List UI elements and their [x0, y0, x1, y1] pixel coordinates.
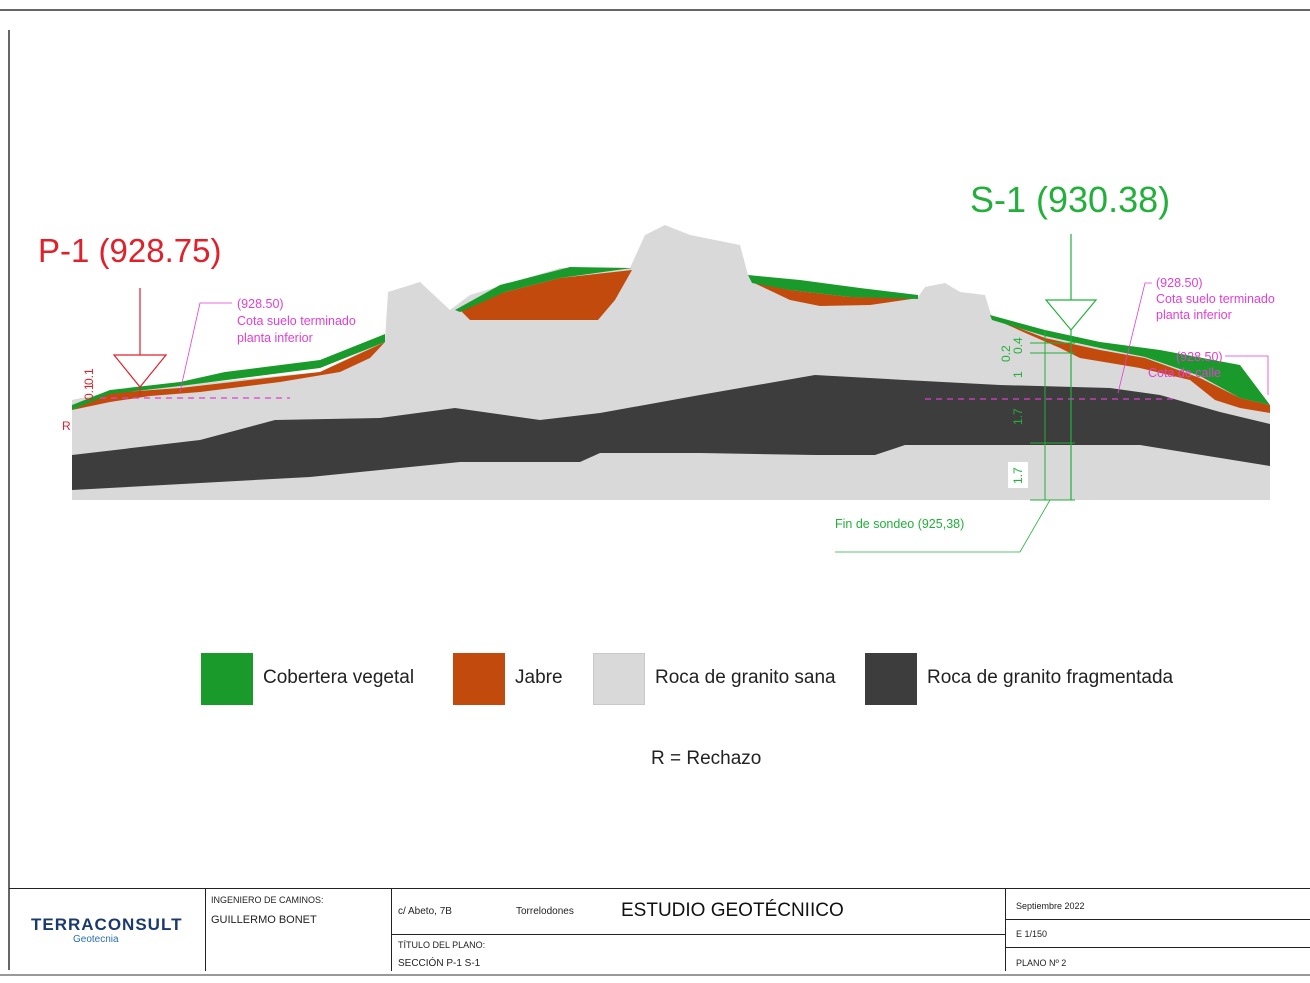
meta-cell: Septiembre 2022 E 1/150 PLANO Nº 2	[1006, 889, 1310, 971]
project-divider	[392, 934, 1006, 935]
s1-dimension-1-7-b: 1.7	[1011, 467, 1025, 484]
legend-swatch-vegetal	[201, 653, 253, 705]
p1-triangle-icon	[112, 354, 168, 388]
s1-label: S-1 (930.38)	[970, 179, 1170, 220]
right-cota-line1: Cota suelo terminado	[1156, 292, 1275, 306]
left-cota-line1: Cota suelo terminado	[237, 314, 356, 328]
geotechnical-section-drawing: P-1 (928.75) 0.1 0.1 R (928.50) Cota sue…	[0, 9, 1310, 976]
logo-cell: TERRACONSULT Geotecnia	[9, 889, 206, 971]
plan-title: SECCIÓN P-1 S-1	[398, 958, 481, 969]
s1-triangle-icon	[1044, 299, 1098, 331]
legend-label-jabre: Jabre	[515, 667, 563, 688]
left-cota-line2: planta inferior	[237, 331, 313, 345]
p1-label: P-1 (928.75)	[38, 232, 221, 269]
right-cota-line2: planta inferior	[1156, 308, 1232, 322]
legend-swatch-granito-fragmentada	[865, 653, 917, 705]
project-city: Torrelodones	[516, 906, 574, 917]
p1-dimension-b: 0.1	[82, 368, 96, 385]
s1-dimension-1-7-a: 1.7	[1011, 408, 1025, 425]
legend-label-granito-sana: Roca de granito sana	[655, 667, 836, 688]
meta-divider-1	[1006, 919, 1310, 920]
engineer-label: INGENIERO DE CAMINOS:	[211, 895, 324, 905]
legend-label-vegetal: Cobertera vegetal	[263, 667, 415, 688]
s1-dimension-0-4: 0.4	[1011, 337, 1025, 354]
legend-swatch-granito-sana	[593, 653, 645, 705]
engineer-cell: INGENIERO DE CAMINOS: GUILLERMO BONET	[206, 889, 392, 971]
project-address: c/ Abeto, 7B	[398, 906, 452, 917]
rechazo-marker: R	[62, 419, 71, 433]
rechazo-note: R = Rechazo	[651, 748, 762, 769]
calle-value: (928.50)	[1176, 350, 1223, 364]
plan-title-label: TÍTULO DEL PLANO:	[398, 940, 486, 950]
calle-label: Cota de calle	[1148, 366, 1221, 380]
company-logo: TERRACONSULT	[31, 915, 183, 934]
legend-swatch-jabre	[453, 653, 505, 705]
meta-divider-2	[1006, 947, 1310, 948]
fin-sondeo-label: Fin de sondeo (925,38)	[835, 517, 964, 531]
engineer-name: GUILLERMO BONET	[211, 914, 317, 926]
plan-scale: E 1/150	[1016, 929, 1048, 939]
project-title: ESTUDIO GEOTÉCNIICO	[621, 900, 844, 921]
plan-date: Septiembre 2022	[1016, 901, 1085, 911]
project-cell: c/ Abeto, 7B Torrelodones ESTUDIO GEOTÉC…	[392, 889, 1006, 971]
right-cota-value: (928.50)	[1156, 276, 1203, 290]
s1-dimension-1: 1	[1011, 371, 1025, 378]
plan-number: PLANO Nº 2	[1016, 958, 1067, 968]
legend-label-granito-fragmentada: Roca de granito fragmentada	[927, 667, 1174, 688]
left-cota-value: (928.50)	[237, 297, 284, 311]
company-logo-subtitle: Geotecnia	[73, 934, 119, 945]
title-block: TERRACONSULT Geotecnia INGENIERO DE CAMI…	[9, 888, 1310, 971]
